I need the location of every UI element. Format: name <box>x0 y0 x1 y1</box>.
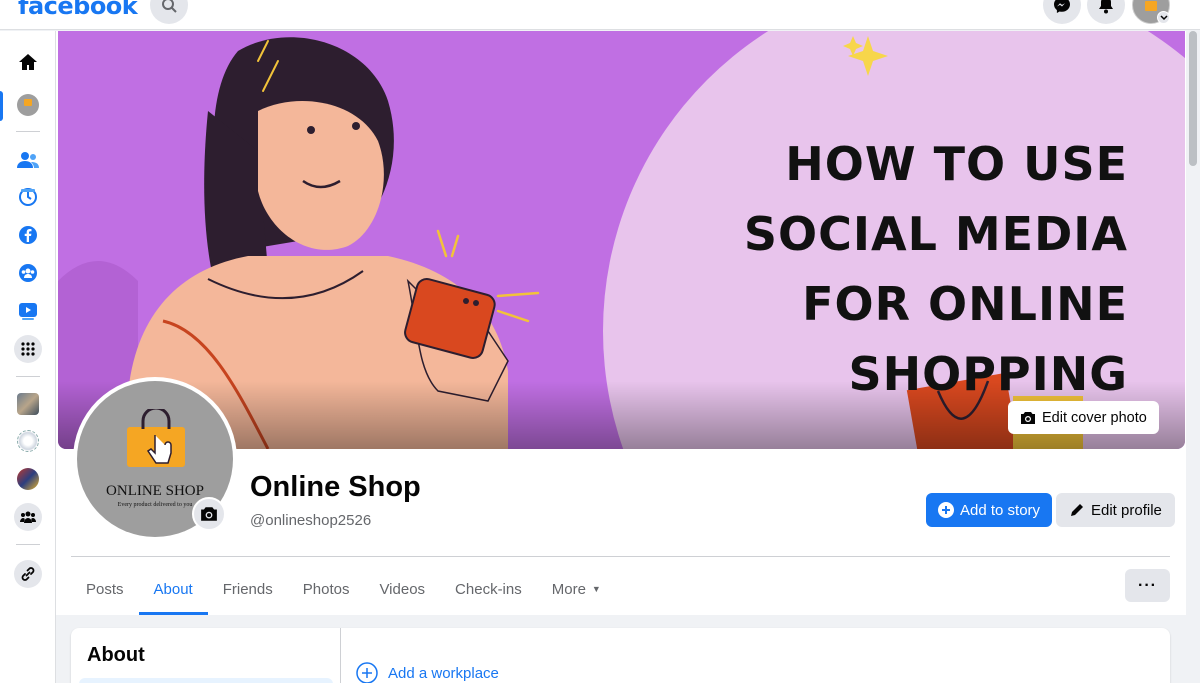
search-button[interactable] <box>150 0 188 24</box>
add-to-story-button[interactable]: Add to story <box>926 493 1053 527</box>
camera-icon <box>201 507 217 521</box>
top-bar: facebook <box>0 0 1200 30</box>
link-icon <box>21 567 35 581</box>
tab-photos[interactable]: Photos <box>288 563 365 615</box>
people-icon <box>20 511 36 523</box>
rail-link[interactable] <box>14 560 42 588</box>
left-rail <box>0 31 56 683</box>
add-to-story-label: Add to story <box>960 501 1041 519</box>
home-icon <box>19 54 37 70</box>
friends-icon <box>17 152 39 168</box>
plus-circle-icon <box>938 502 954 518</box>
groups-icon <box>19 264 37 282</box>
shopping-bag-icon <box>127 409 185 467</box>
tab-about[interactable]: About <box>138 563 208 615</box>
update-profile-picture-button[interactable] <box>192 497 226 531</box>
rail-shortcut-2[interactable] <box>14 427 42 455</box>
bell-icon <box>1099 0 1113 14</box>
shortcut-photo-2 <box>17 430 39 452</box>
rail-groups[interactable] <box>14 259 42 287</box>
page-avatar <box>17 94 39 116</box>
edit-cover-label: Edit cover photo <box>1042 409 1147 426</box>
cover-headline: HOW TO USE SOCIAL MEDIA FOR ONLINE SHOPP… <box>743 137 1128 401</box>
edit-profile-button[interactable]: Edit profile <box>1056 493 1175 527</box>
tab-posts[interactable]: Posts <box>71 563 139 615</box>
main-content: HOW TO USE SOCIAL MEDIA FOR ONLINE SHOPP… <box>56 31 1186 683</box>
watch-icon <box>19 303 37 320</box>
account-menu-caret[interactable] <box>1157 11 1170 24</box>
rail-shortcut-1[interactable] <box>14 390 42 418</box>
tab-more-label: More <box>551 580 586 598</box>
messenger-icon <box>1054 0 1070 13</box>
page-handle: @onlineshop2526 <box>250 512 372 529</box>
about-card: About Add a workplace <box>71 628 1170 683</box>
rail-active-indicator <box>0 91 3 121</box>
profile-tabs: Posts About Friends Photos Videos Check-… <box>71 563 616 615</box>
edit-profile-label: Edit profile <box>1091 501 1162 519</box>
tab-check-ins[interactable]: Check-ins <box>440 563 537 615</box>
page-title: Online Shop <box>250 471 421 503</box>
tab-friends[interactable]: Friends <box>208 563 288 615</box>
about-column-divider <box>340 628 341 683</box>
rail-separator <box>16 544 40 545</box>
messenger-button[interactable] <box>1043 0 1081 24</box>
facebook-logo[interactable]: facebook <box>18 0 138 20</box>
notifications-button[interactable] <box>1087 0 1125 24</box>
rail-separator <box>16 376 40 377</box>
caret-down-icon: ▼ <box>591 584 601 594</box>
rail-menu[interactable] <box>14 335 42 363</box>
add-workplace-label: Add a workplace <box>388 664 499 682</box>
cover-photo[interactable]: HOW TO USE SOCIAL MEDIA FOR ONLINE SHOPP… <box>58 31 1185 449</box>
rail-watch[interactable] <box>14 297 42 325</box>
page-scrollbar[interactable] <box>1186 31 1200 683</box>
about-nav-highlight[interactable] <box>79 678 333 683</box>
more-options-button[interactable]: ··· <box>1125 569 1170 602</box>
add-workplace-link[interactable]: Add a workplace <box>356 662 499 683</box>
rail-people[interactable] <box>14 503 42 531</box>
rail-home[interactable] <box>14 48 42 76</box>
plus-circle-icon <box>356 662 378 683</box>
tab-more[interactable]: More ▼ <box>537 563 616 615</box>
rail-shortcut-3[interactable] <box>14 465 42 493</box>
rail-page-profile[interactable] <box>14 91 42 119</box>
edit-cover-photo-button[interactable]: Edit cover photo <box>1008 401 1159 434</box>
pencil-icon <box>1071 504 1083 516</box>
camera-icon <box>1021 411 1035 424</box>
shortcut-photo-3 <box>17 468 39 490</box>
memories-icon <box>19 188 37 206</box>
search-icon <box>162 0 177 13</box>
about-heading: About <box>87 644 145 666</box>
scrollbar-thumb[interactable] <box>1189 31 1197 166</box>
rail-friends[interactable] <box>14 146 42 174</box>
rail-separator <box>16 131 40 132</box>
tab-videos[interactable]: Videos <box>364 563 440 615</box>
section-divider <box>71 556 1170 557</box>
apps-grid-icon <box>21 342 35 356</box>
facebook-icon <box>19 226 37 244</box>
chevron-down-icon <box>1159 14 1168 20</box>
profile-card: HOW TO USE SOCIAL MEDIA FOR ONLINE SHOPP… <box>56 31 1186 615</box>
shortcut-photo-1 <box>17 393 39 415</box>
rail-facebook[interactable] <box>14 221 42 249</box>
rail-memories[interactable] <box>14 183 42 211</box>
